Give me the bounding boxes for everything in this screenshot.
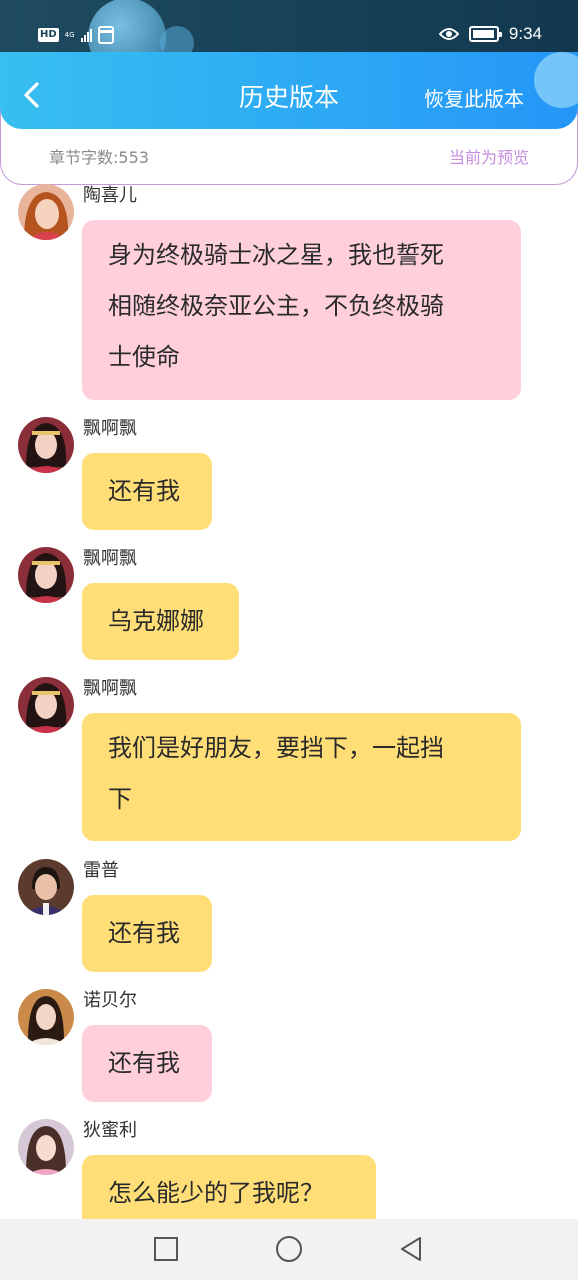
avatar <box>18 859 74 915</box>
network-type-icon: 4G <box>64 30 75 39</box>
signal-icon <box>80 28 92 42</box>
sender-name: 飘啊飘 <box>83 548 137 569</box>
sender-name: 雷普 <box>83 860 119 881</box>
message-text: 还有我 <box>108 1049 180 1077</box>
message-line: 下 <box>108 785 132 813</box>
message-line: 士使命 <box>108 343 180 371</box>
status-right: 9:34 <box>438 24 542 44</box>
avatar <box>18 184 74 240</box>
message-bubble: 还有我 <box>82 453 212 530</box>
avatar <box>18 547 74 603</box>
sender-name: 陶喜儿 <box>83 185 137 206</box>
message-bubble: 还有我 <box>82 1025 212 1102</box>
status-left: HD 4G <box>38 26 114 44</box>
sender-name: 诺贝尔 <box>83 990 137 1011</box>
message-line: 身为终极骑士冰之星，我也誓死 <box>108 241 444 269</box>
header-card: 历史版本 恢复此版本 章节字数:553 当前为预览 <box>0 52 578 185</box>
message-text: 乌克娜娜 <box>108 607 204 635</box>
message-text: 怎么能少的了我呢？ <box>108 1179 324 1207</box>
calendar-icon <box>97 26 114 44</box>
preview-status: 当前为预览 <box>448 148 529 167</box>
message-text: 还有我 <box>108 477 180 505</box>
battery-icon <box>468 26 502 42</box>
avatar <box>18 417 74 473</box>
clock: 9:34 <box>508 24 542 43</box>
eye-icon <box>438 28 459 40</box>
sender-name: 飘啊飘 <box>83 418 137 439</box>
hd-icon: HD <box>38 28 59 42</box>
restore-version-button[interactable]: 恢复此版本 <box>424 86 524 112</box>
home-button[interactable] <box>275 1235 303 1263</box>
avatar <box>18 1119 74 1175</box>
avatar <box>18 677 74 733</box>
back-nav-button[interactable] <box>398 1236 424 1262</box>
avatar <box>18 989 74 1045</box>
title-bar: 历史版本 恢复此版本 <box>0 52 578 129</box>
message-bubble: 乌克娜娜 <box>82 583 239 660</box>
message-line: 相随终极奈亚公主，不负终极骑 <box>108 292 444 320</box>
system-navigation-bar <box>0 1219 578 1280</box>
chapter-word-count: 章节字数:553 <box>49 148 149 167</box>
message-bubble: 还有我 <box>82 895 212 972</box>
message-bubble: 我们是好朋友，要挡下，一起挡 下 <box>82 713 521 841</box>
message-text: 还有我 <box>108 919 180 947</box>
sender-name: 飘啊飘 <box>83 678 137 699</box>
message-line: 我们是好朋友，要挡下，一起挡 <box>108 734 444 762</box>
message-bubble: 身为终极骑士冰之星，我也誓死 相随终极奈亚公主，不负终极骑 士使命 <box>82 220 521 400</box>
recents-button[interactable] <box>153 1236 179 1262</box>
sender-name: 狄蜜利 <box>83 1120 137 1141</box>
status-bar: HD 4G 9:34 <box>0 0 578 56</box>
